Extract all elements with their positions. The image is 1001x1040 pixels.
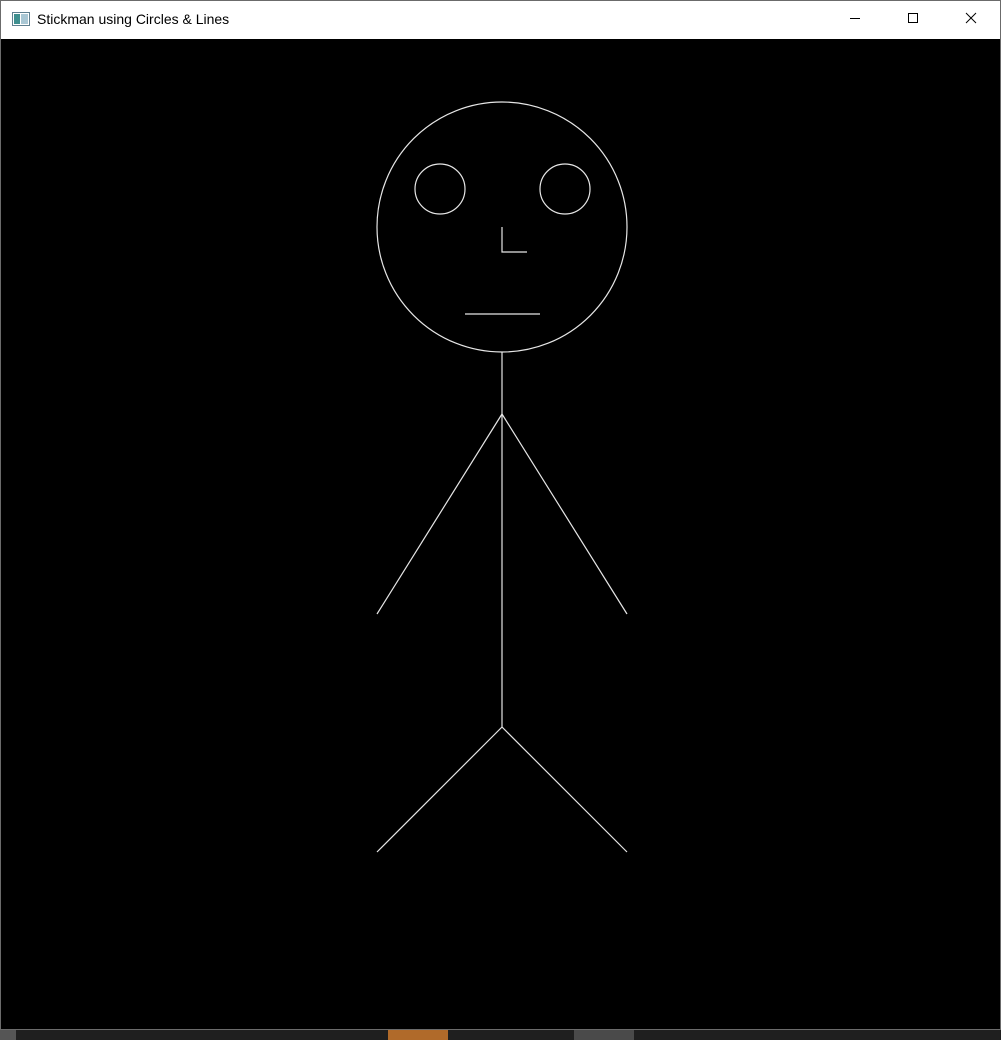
close-button[interactable] — [942, 1, 1000, 39]
close-icon — [965, 11, 977, 29]
maximize-icon — [907, 11, 919, 29]
stickman-left-eye — [414, 163, 466, 215]
window-title: Stickman using Circles & Lines — [37, 11, 230, 27]
stickman-drawing — [376, 101, 628, 853]
app-window-icon — [12, 12, 30, 26]
taskbar-item[interactable] — [574, 1030, 634, 1040]
minimize-button[interactable] — [826, 1, 884, 39]
stickman-nose — [501, 227, 527, 253]
minimize-icon — [849, 11, 861, 29]
stickman-right-arm — [501, 413, 628, 615]
app-window: Stickman using Circles & Lines — [0, 0, 1001, 1030]
stickman-left-leg — [376, 726, 503, 853]
stickman-left-arm — [376, 413, 503, 615]
stickman-right-leg — [501, 726, 628, 853]
taskbar-item[interactable] — [0, 1030, 16, 1040]
stickman-right-eye — [539, 163, 591, 215]
drawing-canvas — [1, 39, 1000, 1029]
taskbar — [0, 1030, 1001, 1040]
maximize-button[interactable] — [884, 1, 942, 39]
taskbar-item-active[interactable] — [388, 1030, 448, 1040]
title-bar[interactable]: Stickman using Circles & Lines — [1, 1, 1000, 39]
